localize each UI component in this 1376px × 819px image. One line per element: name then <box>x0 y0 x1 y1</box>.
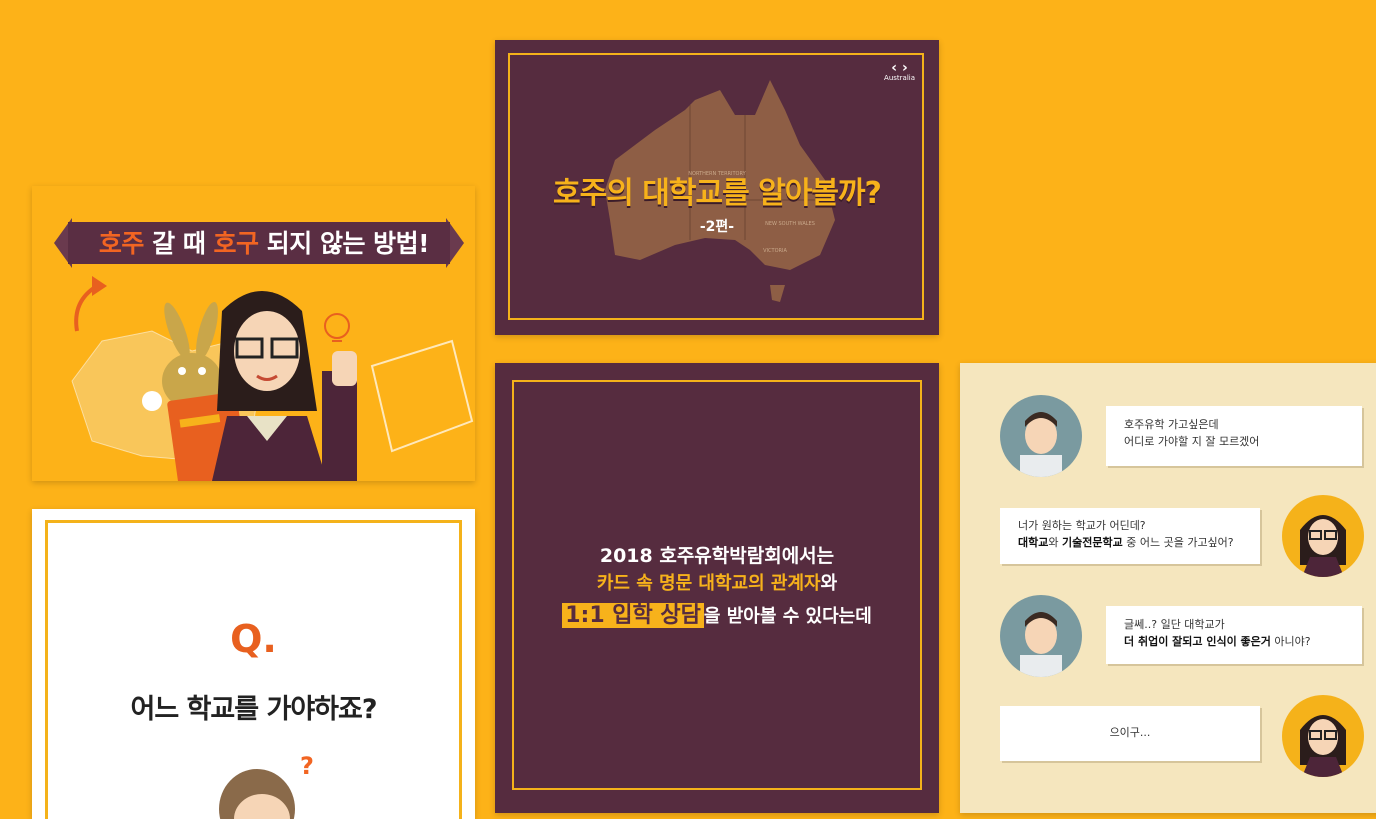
male-avatar <box>1000 595 1082 677</box>
illustration-scene <box>71 276 474 481</box>
male-avatar <box>1000 395 1082 477</box>
female-avatar <box>1282 495 1364 577</box>
question-card: Q. 어느 학교를 가야하죠? ? <box>32 509 475 819</box>
illustration-card: 호주 갈 때 호구 되지 않는 방법! <box>32 186 475 481</box>
chat-bubble: 으이구... <box>1000 706 1260 761</box>
map-label: VICTORIA <box>763 248 787 254</box>
lightbulb-icon <box>324 313 350 339</box>
title-card: NORTHERN TERRITORY NEW SOUTH WALES VICTO… <box>495 40 939 335</box>
laptop-icon <box>370 339 474 453</box>
question-mark: ? <box>300 752 314 780</box>
promo-line-3: 1:1 입학 상담 을 받아볼 수 있다는데 <box>495 597 939 629</box>
chat-bubble: 호주유학 가고싶은데 어디로 가야할 지 잘 모르겠어 <box>1106 406 1362 466</box>
ribbon-title: 호주 갈 때 호구 되지 않는 방법! <box>98 229 430 258</box>
australia-logo: ‹ › Australia <box>884 60 915 82</box>
question-text: 어느 학교를 가야하죠? <box>130 694 377 725</box>
q-label: Q. <box>230 617 277 661</box>
chat-bubble: 너가 원하는 학교가 어딘데? 대학교와 기술전문학교 중 어느 곳을 가고싶어… <box>1000 508 1260 564</box>
chat-bubble: 글쎄..? 일단 대학교가 더 취업이 잘되고 인식이 좋은거 아니야? <box>1106 606 1362 664</box>
arrow-icon <box>92 276 107 296</box>
promo-card: 2018 호주유학박람회에서는 카드 속 명문 대학교의 관계자와 1:1 입학… <box>495 363 939 813</box>
person-icon: ? <box>219 752 314 819</box>
female-avatar <box>1282 695 1364 777</box>
promo-line-1: 2018 호주유학박람회에서는 <box>599 545 835 567</box>
page-title: 호주의 대학교를 알아볼까? <box>553 176 882 211</box>
chat-card: 호주유학 가고싶은데 어디로 가야할 지 잘 모르겠어 너가 원하는 학교가 어… <box>960 363 1376 813</box>
subtitle: -2편- <box>699 219 735 235</box>
promo-line-2: 카드 속 명문 대학교의 관계자와 <box>596 573 838 594</box>
